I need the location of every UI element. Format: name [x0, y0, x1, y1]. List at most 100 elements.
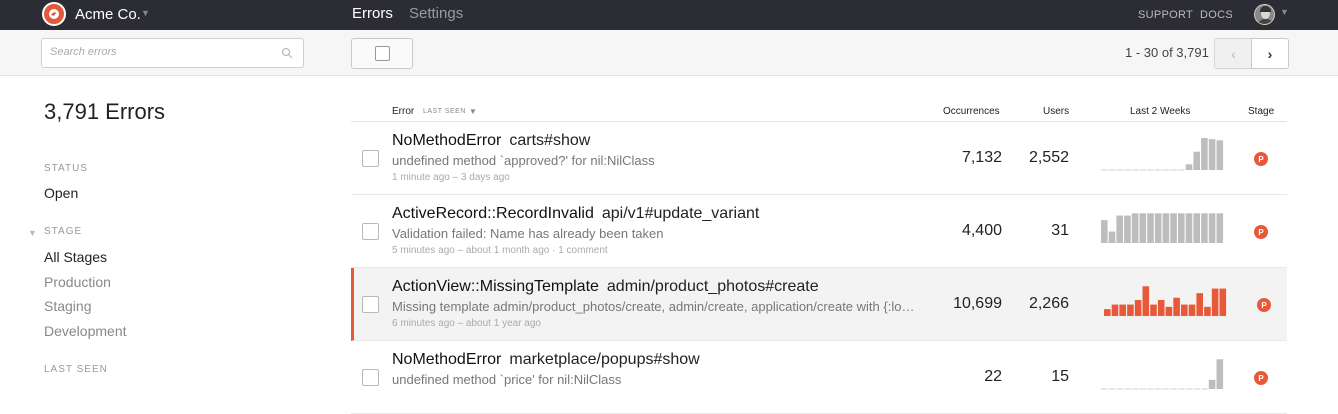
- stage-badge: P: [1254, 152, 1268, 166]
- trend-sparkline: [1101, 138, 1224, 171]
- stage-filter-staging[interactable]: Staging: [44, 298, 91, 314]
- trend-sparkline: [1104, 286, 1227, 316]
- occurrence-count: 10,699: [953, 295, 1002, 312]
- error-timestamps: 6 minutes ago – about 1 year ago: [392, 318, 541, 329]
- error-row[interactable]: ActiveRecord::RecordInvalid api/v1#update…: [351, 195, 1287, 268]
- trend-bar: [1216, 359, 1224, 389]
- trend-bar: [1108, 231, 1116, 243]
- trend-bar: [1208, 139, 1216, 170]
- toolbar: 1 - 30 of 3,791 ‹ ›: [0, 30, 1338, 76]
- trend-bar: [1208, 379, 1216, 389]
- nav-tab-errors[interactable]: Errors: [352, 5, 393, 22]
- row-checkbox[interactable]: [362, 150, 379, 167]
- trend-bar: [1188, 304, 1196, 316]
- select-all-button[interactable]: [351, 38, 413, 69]
- trend-bar: [1208, 213, 1216, 243]
- occurrence-count: 22: [984, 368, 1002, 385]
- error-message: Missing template admin/product_photos/cr…: [392, 299, 917, 314]
- select-all-checkbox[interactable]: [375, 46, 390, 61]
- stage-filter-production[interactable]: Production: [44, 274, 111, 290]
- error-count-title: 3,791 Errors: [44, 99, 166, 124]
- search-box: [41, 38, 304, 68]
- trend-bar: [1157, 300, 1165, 316]
- trend-bar: [1204, 306, 1211, 316]
- organization-name[interactable]: Acme Co.: [75, 6, 141, 23]
- stage-filter-development[interactable]: Development: [44, 323, 127, 339]
- top-nav-bar: Acme Co. ▼ Errors Settings SUPPORT DOCS …: [0, 0, 1338, 30]
- user-count: 15: [1051, 368, 1069, 385]
- trend-bar: [1216, 140, 1224, 170]
- support-link[interactable]: SUPPORT: [1138, 9, 1193, 21]
- error-title[interactable]: ActiveRecord::RecordInvalid api/v1#update…: [392, 205, 759, 223]
- row-checkbox[interactable]: [362, 369, 379, 386]
- row-checkbox[interactable]: [362, 223, 379, 240]
- trend-bar: [1101, 220, 1108, 243]
- error-row[interactable]: NoMethodError carts#show undefined method …: [351, 122, 1287, 195]
- trend-bar: [1116, 215, 1123, 243]
- trend-bar: [1181, 304, 1188, 316]
- error-title[interactable]: NoMethodError carts#show: [392, 132, 590, 150]
- error-context[interactable]: marketplace/popups#show: [509, 351, 699, 368]
- row-checkbox[interactable]: [362, 296, 379, 313]
- column-header-trend: Last 2 Weeks: [1130, 106, 1191, 117]
- search-icon: [281, 47, 293, 59]
- trend-bar: [1216, 213, 1224, 243]
- trend-bar: [1104, 309, 1111, 316]
- stage-filter-all[interactable]: All Stages: [44, 249, 107, 265]
- error-class[interactable]: NoMethodError: [392, 132, 501, 149]
- trend-bar: [1211, 288, 1219, 316]
- stage-filter-heading: STAGE: [44, 226, 83, 237]
- error-message: undefined method `price' for nil:NilClas…: [392, 372, 622, 387]
- occurrence-count: 4,400: [961, 222, 1002, 239]
- status-filter-open[interactable]: Open: [44, 185, 78, 201]
- trend-bar: [1134, 300, 1142, 316]
- chevron-down-icon[interactable]: ▼: [141, 8, 150, 18]
- chevron-down-icon[interactable]: ▼: [1280, 7, 1289, 17]
- error-class[interactable]: ActiveRecord::RecordInvalid: [392, 205, 594, 222]
- error-message: Validation failed: Name has already been…: [392, 226, 664, 241]
- trend-bar: [1196, 293, 1203, 316]
- trend-bar: [1131, 213, 1139, 243]
- error-message: undefined method `approved?' for nil:Nil…: [392, 153, 655, 168]
- chevron-down-icon[interactable]: ▼: [469, 107, 477, 116]
- error-context[interactable]: api/v1#update_variant: [602, 205, 759, 222]
- error-row[interactable]: NoMethodError marketplace/popups#show unde…: [351, 341, 1287, 414]
- error-title[interactable]: NoMethodError marketplace/popups#show: [392, 351, 700, 369]
- trend-bar: [1201, 213, 1208, 243]
- trend-bar: [1127, 304, 1134, 316]
- trend-bar: [1119, 304, 1126, 316]
- column-header-occurrences[interactable]: Occurrences: [943, 106, 1000, 117]
- trend-bar: [1170, 213, 1177, 243]
- error-context[interactable]: admin/product_photos#create: [607, 278, 819, 295]
- error-timestamps: 5 minutes ago – about 1 month ago · 1 co…: [392, 245, 608, 256]
- occurrence-count: 7,132: [961, 149, 1002, 166]
- error-timestamps: 1 minute ago – 3 days ago: [392, 172, 510, 183]
- column-header-stage: Stage: [1248, 106, 1275, 117]
- error-context[interactable]: carts#show: [509, 132, 590, 149]
- trend-sparkline: [1101, 359, 1224, 390]
- brand-logo-icon[interactable]: [42, 2, 66, 26]
- trend-bar: [1185, 213, 1193, 243]
- user-avatar[interactable]: [1254, 4, 1275, 25]
- trend-bar: [1124, 215, 1131, 243]
- trend-bar: [1154, 213, 1162, 243]
- chevron-down-icon[interactable]: ▼: [28, 228, 37, 238]
- column-header-error: Error: [392, 106, 415, 117]
- column-header-users[interactable]: Users: [1043, 106, 1069, 117]
- error-class[interactable]: NoMethodError: [392, 351, 501, 368]
- error-title[interactable]: ActionView::MissingTemplate admin/product…: [392, 278, 819, 296]
- previous-page-button[interactable]: ‹: [1214, 38, 1252, 69]
- stage-badge: P: [1254, 371, 1268, 385]
- nav-tab-settings[interactable]: Settings: [409, 5, 463, 22]
- next-page-button[interactable]: ›: [1251, 38, 1289, 69]
- docs-link[interactable]: DOCS: [1200, 9, 1233, 21]
- trend-bar: [1193, 213, 1200, 243]
- sort-last-seen[interactable]: LAST SEEN: [423, 108, 466, 115]
- error-row[interactable]: ActionView::MissingTemplate admin/product…: [351, 268, 1287, 341]
- trend-bar: [1201, 138, 1208, 170]
- trend-bar: [1139, 213, 1147, 243]
- error-class[interactable]: ActionView::MissingTemplate: [392, 278, 599, 295]
- pagination-range: 1 - 30 of 3,791: [1125, 45, 1209, 60]
- search-input[interactable]: [50, 46, 270, 58]
- trend-bar: [1147, 213, 1154, 243]
